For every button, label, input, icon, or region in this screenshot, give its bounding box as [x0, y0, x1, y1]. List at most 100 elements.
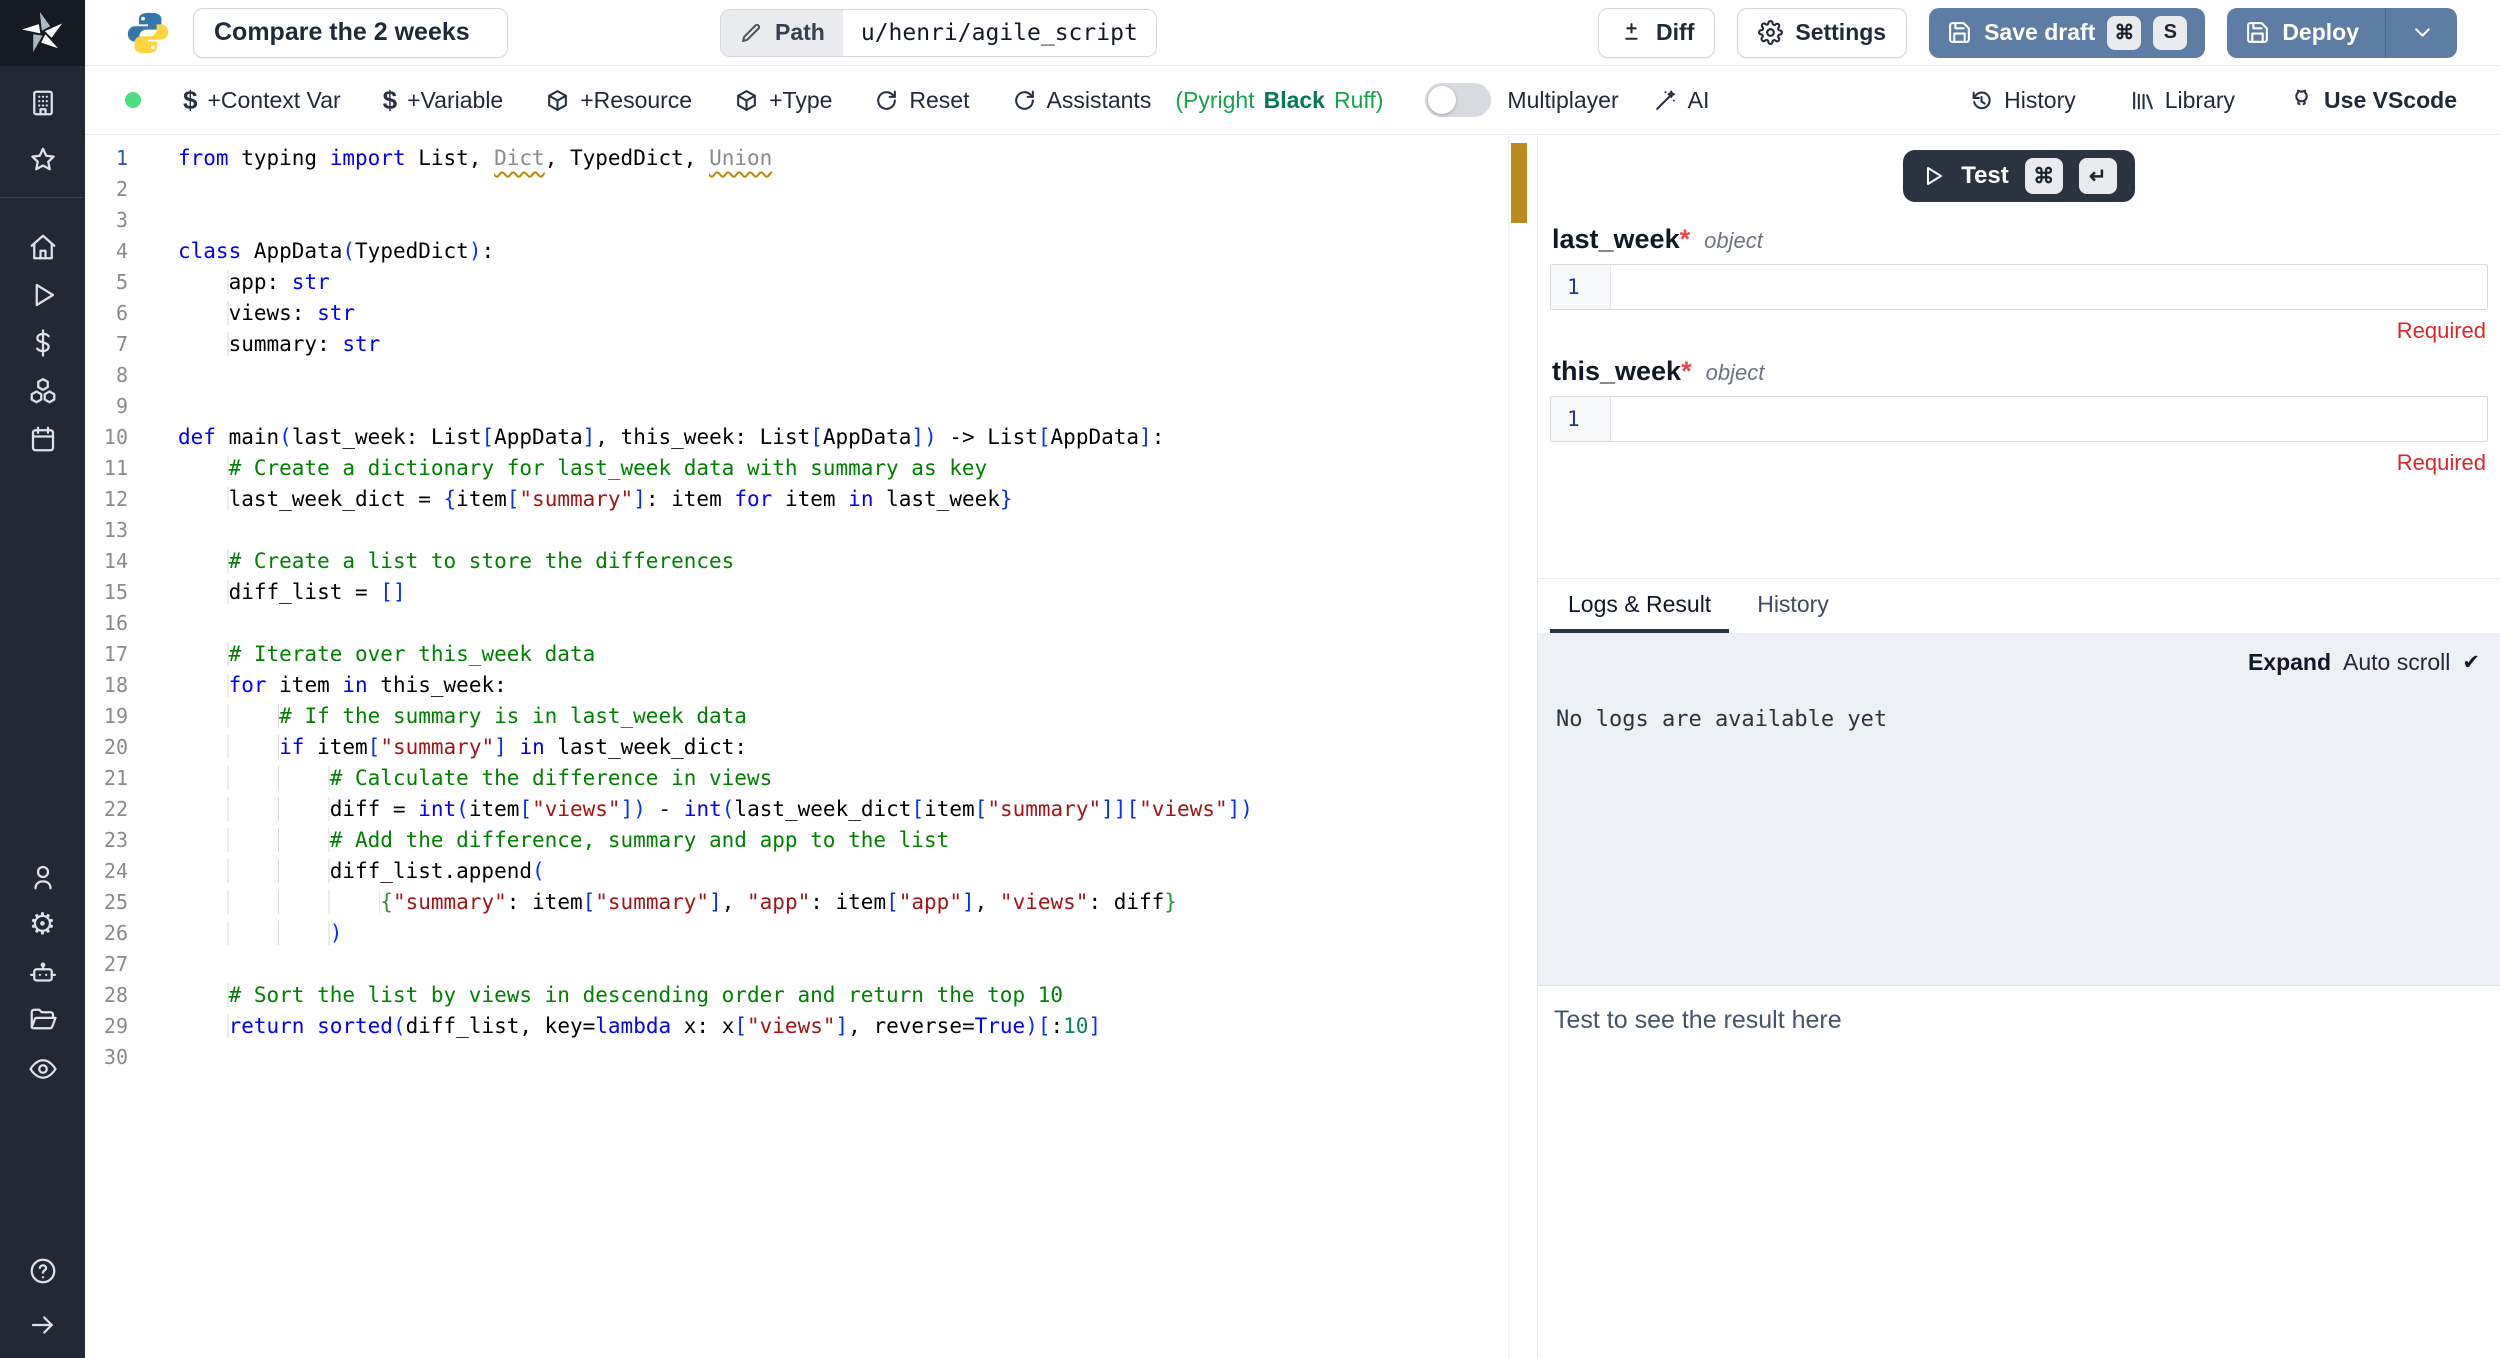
sidebar-item-home[interactable]	[20, 232, 66, 262]
history-button[interactable]: History	[1969, 87, 2076, 114]
code-line[interactable]: 23 # Add the difference, summary and app…	[85, 825, 1537, 856]
code-line[interactable]: 4class AppData(TypedDict):	[85, 236, 1537, 267]
code-line[interactable]: 2	[85, 174, 1537, 205]
arg-json-editor[interactable]: 1	[1550, 396, 2488, 442]
settings-button[interactable]: Settings	[1737, 8, 1907, 58]
sidebar-item-audit-logs[interactable]	[20, 1054, 66, 1084]
code-line[interactable]: 9	[85, 391, 1537, 422]
this-week-input[interactable]	[1611, 397, 2487, 441]
code-line[interactable]: 7 summary: str	[85, 329, 1537, 360]
code-line[interactable]: 1from typing import List, Dict, TypedDic…	[85, 143, 1537, 174]
save-icon	[2245, 20, 2270, 45]
sidebar-item-resources[interactable]	[20, 376, 66, 406]
right-panel: Test ⌘ ↵ last_week* object 1	[1537, 135, 2500, 1358]
top-bar: Path u/henri/agile_script Diff Settings …	[85, 0, 2500, 66]
no-logs-message: No logs are available yet	[1556, 707, 2482, 732]
windmill-logo-icon	[22, 12, 64, 54]
diff-button[interactable]: Diff	[1598, 8, 1715, 58]
autoscroll-toggle[interactable]: Auto scroll	[2343, 649, 2450, 676]
play-icon	[28, 280, 58, 310]
sidebar-item-favorites[interactable]	[20, 145, 66, 175]
deploy-dropdown[interactable]	[2398, 20, 2439, 45]
code-line[interactable]: 27	[85, 949, 1537, 980]
add-variable-button[interactable]: $ +Variable	[383, 85, 504, 116]
check-icon: ✔	[2462, 650, 2480, 675]
code-line[interactable]: 3	[85, 205, 1537, 236]
code-line[interactable]: 30	[85, 1042, 1537, 1073]
code-line[interactable]: 28 # Sort the list by views in descendin…	[85, 980, 1537, 1011]
code-line[interactable]: 14 # Create a list to store the differen…	[85, 546, 1537, 577]
folder-open-icon	[28, 1006, 58, 1036]
sidebar-item-settings[interactable]: ⚙	[20, 910, 66, 940]
deploy-split-divider	[2385, 8, 2386, 58]
sidebar-item-workspace[interactable]	[20, 88, 66, 118]
path-label: Path	[721, 10, 843, 56]
result-panel: Test to see the result here	[1538, 985, 2500, 1358]
path-field[interactable]: Path u/henri/agile_script	[720, 9, 1157, 57]
sidebar-item-folders[interactable]	[20, 1006, 66, 1036]
arg-json-editor[interactable]: 1	[1550, 264, 2488, 310]
save-icon	[1947, 20, 1972, 45]
code-line[interactable]: 22 diff = int(item["views"]) - int(last_…	[85, 794, 1537, 825]
boxes-icon	[28, 376, 58, 406]
required-asterisk: *	[1680, 224, 1691, 254]
editor-overview-ruler[interactable]	[1508, 135, 1537, 1358]
add-context-var-button[interactable]: $ +Context Var	[183, 85, 341, 116]
arrow-right-icon	[28, 1310, 58, 1340]
code-line[interactable]: 26 )	[85, 918, 1537, 949]
sidebar-item-variables[interactable]	[20, 328, 66, 358]
code-line[interactable]: 17 # Iterate over this_week data	[85, 639, 1537, 670]
assistants-button[interactable]: Assistants	[1012, 87, 1152, 114]
sidebar-item-workers[interactable]	[20, 958, 66, 988]
test-button[interactable]: Test ⌘ ↵	[1903, 150, 2135, 202]
arg-type: object	[1704, 228, 1763, 254]
deploy-button[interactable]: Deploy	[2227, 8, 2457, 58]
code-line[interactable]: 12 last_week_dict = {item["summary"]: it…	[85, 484, 1537, 515]
ai-button[interactable]: AI	[1653, 87, 1710, 114]
tab-logs-result[interactable]: Logs & Result	[1550, 579, 1729, 633]
code-line[interactable]: 19 # If the summary is in last_week data	[85, 701, 1537, 732]
code-line[interactable]: 13	[85, 515, 1537, 546]
code-line[interactable]: 24 diff_list.append(	[85, 856, 1537, 887]
code-line[interactable]: 16	[85, 608, 1537, 639]
sidebar-item-schedules[interactable]	[20, 424, 66, 454]
sidebar-item-runs[interactable]	[20, 280, 66, 310]
code-line[interactable]: 21 # Calculate the difference in views	[85, 763, 1537, 794]
code-line[interactable]: 6 views: str	[85, 298, 1537, 329]
code-line[interactable]: 10def main(last_week: List[AppData], thi…	[85, 422, 1537, 453]
logs-panel: Expand Auto scroll ✔ No logs are availab…	[1538, 633, 2500, 985]
multiplayer-toggle-group: Multiplayer	[1425, 83, 1618, 117]
dollar-icon: $	[383, 85, 397, 116]
code-line[interactable]: 29 return sorted(diff_list, key=lambda x…	[85, 1011, 1537, 1042]
windmill-logo[interactable]	[0, 0, 85, 66]
multiplayer-toggle[interactable]	[1425, 83, 1491, 117]
required-asterisk: *	[1681, 356, 1692, 386]
editor-toolbar: $ +Context Var $ +Variable +Resource +Ty…	[85, 66, 2500, 135]
last-week-input[interactable]	[1611, 265, 2487, 309]
sidebar-item-user[interactable]	[20, 862, 66, 892]
add-type-button[interactable]: +Type	[734, 87, 832, 114]
script-title-input[interactable]	[193, 8, 508, 58]
sidebar-item-collapse[interactable]	[20, 1310, 66, 1340]
code-line[interactable]: 11 # Create a dictionary for last_week d…	[85, 453, 1537, 484]
library-button[interactable]: Library	[2130, 87, 2235, 114]
sidebar-item-help[interactable]	[20, 1256, 66, 1286]
code-line[interactable]: 20 if item["summary"] in last_week_dict:	[85, 732, 1537, 763]
code-line[interactable]: 5 app: str	[85, 267, 1537, 298]
add-resource-button[interactable]: +Resource	[545, 87, 692, 114]
code-line[interactable]: 15 diff_list = []	[85, 577, 1537, 608]
history-icon	[1969, 88, 1994, 113]
save-draft-button[interactable]: Save draft ⌘ S	[1929, 8, 2205, 58]
reset-button[interactable]: Reset	[874, 87, 969, 114]
path-value[interactable]: u/henri/agile_script	[843, 10, 1156, 56]
use-vscode-button[interactable]: Use VScode	[2289, 87, 2457, 114]
arg-name: last_week*	[1552, 224, 1690, 255]
expand-button[interactable]: Expand	[2248, 649, 2331, 676]
gear-icon: ⚙	[29, 910, 56, 940]
code-line[interactable]: 25 {"summary": item["summary"], "app": i…	[85, 887, 1537, 918]
code-editor[interactable]: 1from typing import List, Dict, TypedDic…	[85, 135, 1537, 1358]
tab-history[interactable]: History	[1739, 579, 1847, 633]
code-line[interactable]: 8	[85, 360, 1537, 391]
sidebar: ⚙	[0, 0, 85, 1358]
code-line[interactable]: 18 for item in this_week:	[85, 670, 1537, 701]
